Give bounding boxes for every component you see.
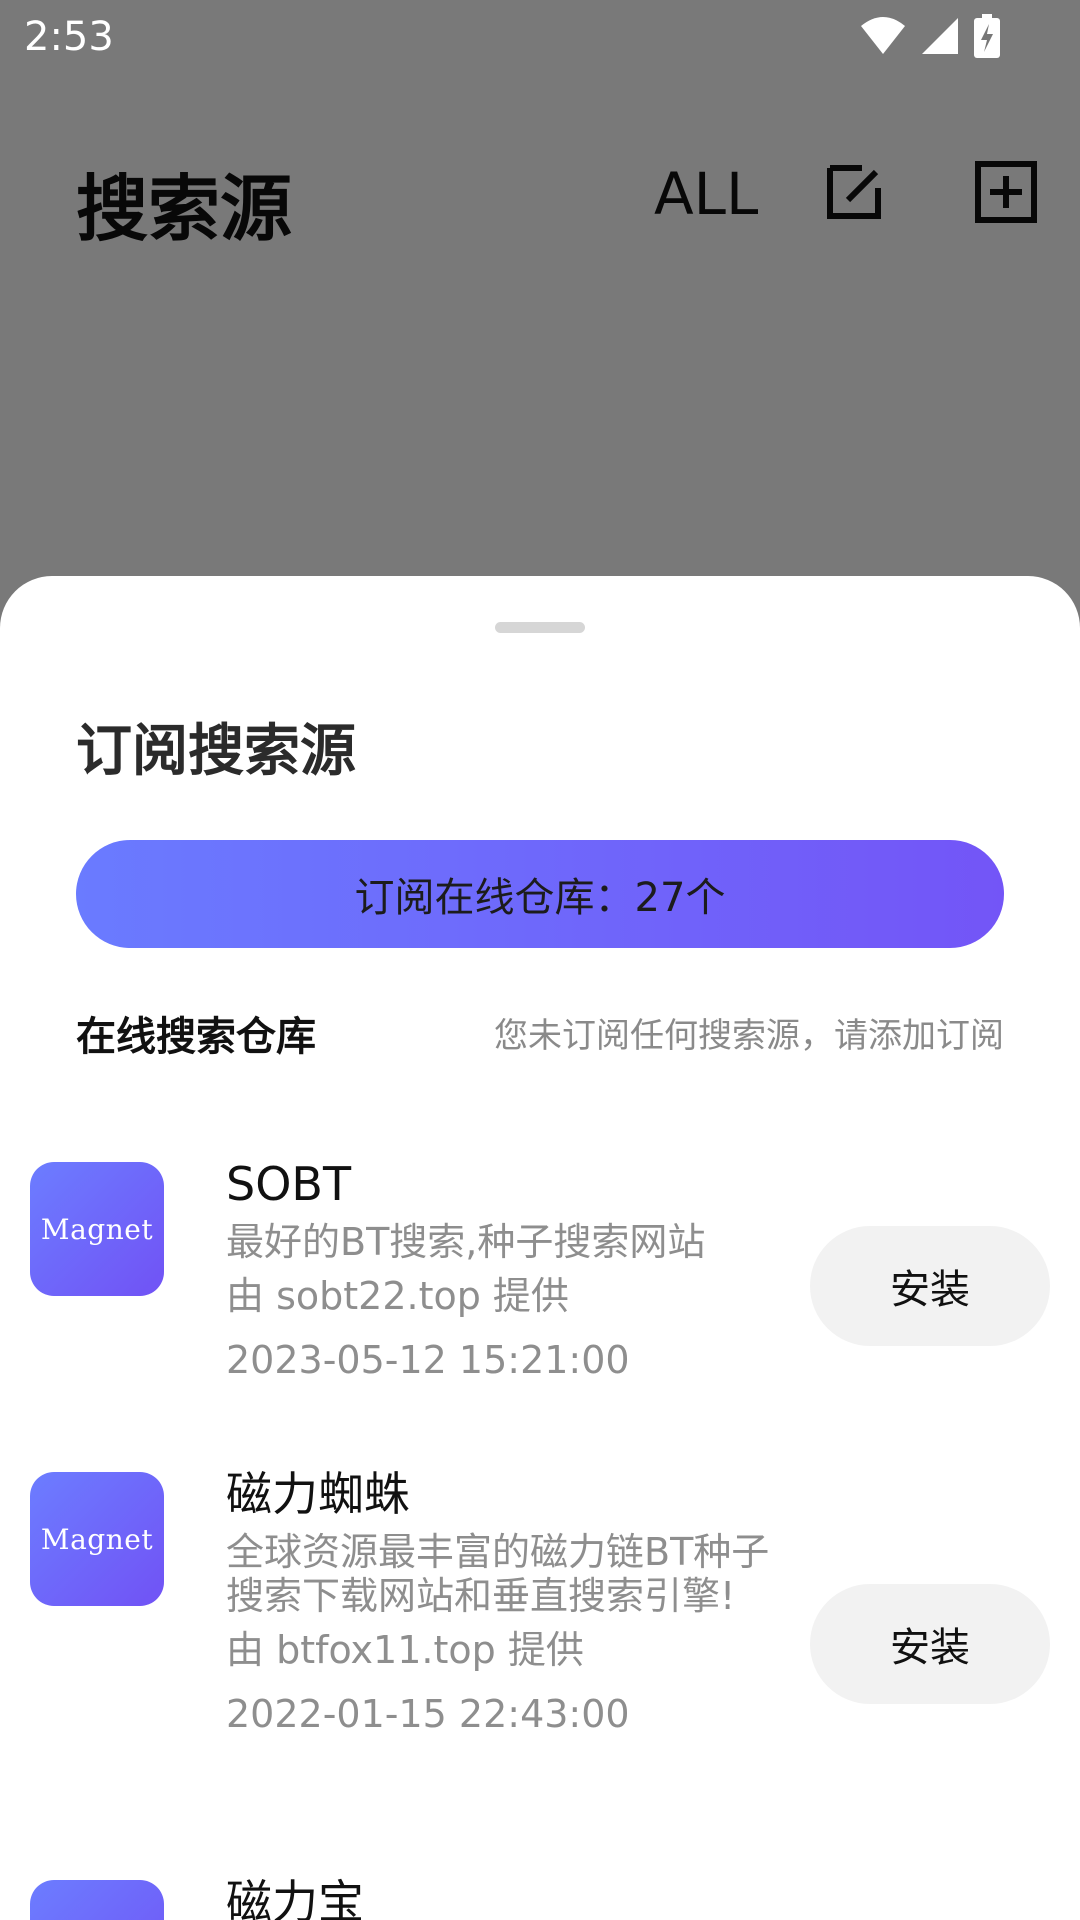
source-name: 磁力蜘蛛	[226, 1467, 410, 1521]
source-info: 磁力蜘蛛 全球资源最丰富的磁力链BT种子搜索下载网站和垂直搜索引擎! 由 btf…	[226, 1460, 786, 1746]
list-item: Magnet SOBT 最好的BT搜索,种子搜索网站 由 sobt22.top …	[0, 1157, 1080, 1462]
source-description: 全球资源最丰富的磁力链BT种子搜索下载网站和垂直搜索引擎!	[226, 1530, 770, 1618]
list-item: 磁力宝	[0, 1875, 1080, 1920]
source-provider: 由 sobt22.top 提供	[226, 1274, 569, 1318]
signal-icon	[922, 18, 958, 54]
subscribe-bottom-sheet: 订阅搜索源 订阅在线仓库：27个 在线搜索仓库 您未订阅任何搜索源，请添加订阅 …	[0, 576, 1080, 1920]
source-description: 最好的BT搜索,种子搜索网站	[226, 1220, 706, 1264]
magnet-logo: Magnet	[30, 1162, 164, 1296]
drag-handle[interactable]	[495, 622, 585, 633]
magnet-logo	[30, 1880, 164, 1920]
install-button[interactable]: 安装	[810, 1226, 1050, 1346]
source-date: 2022-01-15 22:43:00	[226, 1692, 630, 1736]
source-name: 磁力宝	[226, 1875, 364, 1920]
status-bar: 2:53	[0, 0, 1080, 72]
source-name: SOBT	[226, 1157, 352, 1211]
status-time: 2:53	[24, 14, 114, 60]
repo-section-label: 在线搜索仓库	[76, 1014, 316, 1060]
wifi-icon	[861, 17, 905, 54]
magnet-logo: Magnet	[30, 1472, 164, 1606]
source-provider: 由 btfox11.top 提供	[226, 1628, 584, 1672]
battery-charging-icon	[974, 14, 1000, 58]
install-button[interactable]: 安装	[810, 1584, 1050, 1704]
list-item: Magnet 磁力蜘蛛 全球资源最丰富的磁力链BT种子搜索下载网站和垂直搜索引擎…	[0, 1467, 1080, 1852]
source-date: 2023-05-12 15:21:00	[226, 1338, 630, 1382]
repo-hint: 您未订阅任何搜索源，请添加订阅	[494, 1016, 1004, 1056]
subscribe-repo-button[interactable]: 订阅在线仓库：27个	[76, 840, 1004, 948]
sheet-title: 订阅搜索源	[76, 719, 356, 784]
source-info: SOBT 最好的BT搜索,种子搜索网站 由 sobt22.top 提供 2023…	[226, 1150, 786, 1392]
source-info: 磁力宝	[226, 1868, 786, 1920]
status-icons	[860, 14, 1000, 58]
